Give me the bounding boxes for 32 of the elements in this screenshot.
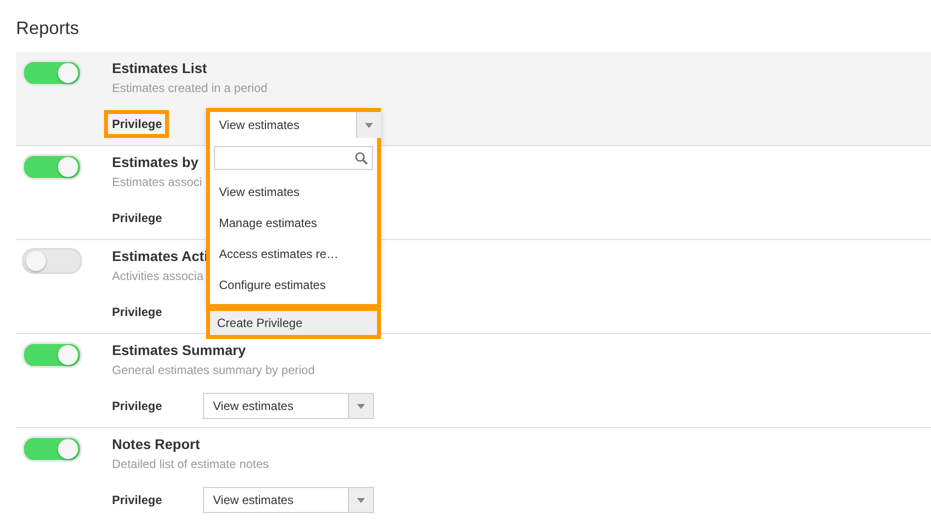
report-description: General estimates summary by period bbox=[112, 362, 316, 378]
privilege-label: Privilege bbox=[111, 398, 164, 415]
toggle-switch[interactable] bbox=[22, 60, 82, 86]
search-field[interactable] bbox=[214, 146, 373, 170]
privilege-select[interactable]: View estimates bbox=[203, 393, 374, 419]
dropdown-option[interactable]: Manage estimates bbox=[210, 207, 377, 238]
report-title: Estimates by bbox=[112, 153, 200, 171]
create-privilege-button[interactable]: Create Privilege bbox=[206, 308, 381, 339]
report-description: Detailed list of estimate notes bbox=[112, 456, 270, 472]
dropdown-option[interactable]: Configure estimates bbox=[210, 269, 377, 300]
privilege-select[interactable]: View estimates bbox=[210, 112, 381, 138]
report-title: Estimates Summary bbox=[112, 341, 247, 359]
caret-icon bbox=[357, 404, 365, 408]
report-title: Estimates List bbox=[112, 59, 208, 77]
privilege-label: Privilege bbox=[111, 492, 164, 509]
dropdown-option[interactable]: View estimates bbox=[210, 176, 377, 207]
toggle-switch[interactable] bbox=[22, 248, 82, 274]
caret-icon bbox=[357, 498, 365, 502]
toggle-switch[interactable] bbox=[22, 436, 82, 462]
report-description: Estimates created in a period bbox=[112, 80, 268, 96]
search-icon bbox=[355, 152, 368, 164]
privilege-select[interactable]: View estimates bbox=[203, 487, 374, 513]
toggle-switch[interactable] bbox=[22, 154, 82, 180]
toggle-switch[interactable] bbox=[22, 342, 82, 368]
dropdown-option[interactable]: Access estimates re… bbox=[210, 238, 377, 269]
report-description: Estimates associ bbox=[112, 174, 203, 190]
caret-icon bbox=[365, 122, 373, 128]
report-description: Activities associa bbox=[112, 268, 204, 284]
report-title: Notes Report bbox=[112, 435, 201, 453]
page-title: Reports bbox=[16, 17, 80, 40]
privilege-label: Privilege bbox=[111, 304, 164, 321]
privilege-label: Privilege bbox=[111, 210, 164, 227]
